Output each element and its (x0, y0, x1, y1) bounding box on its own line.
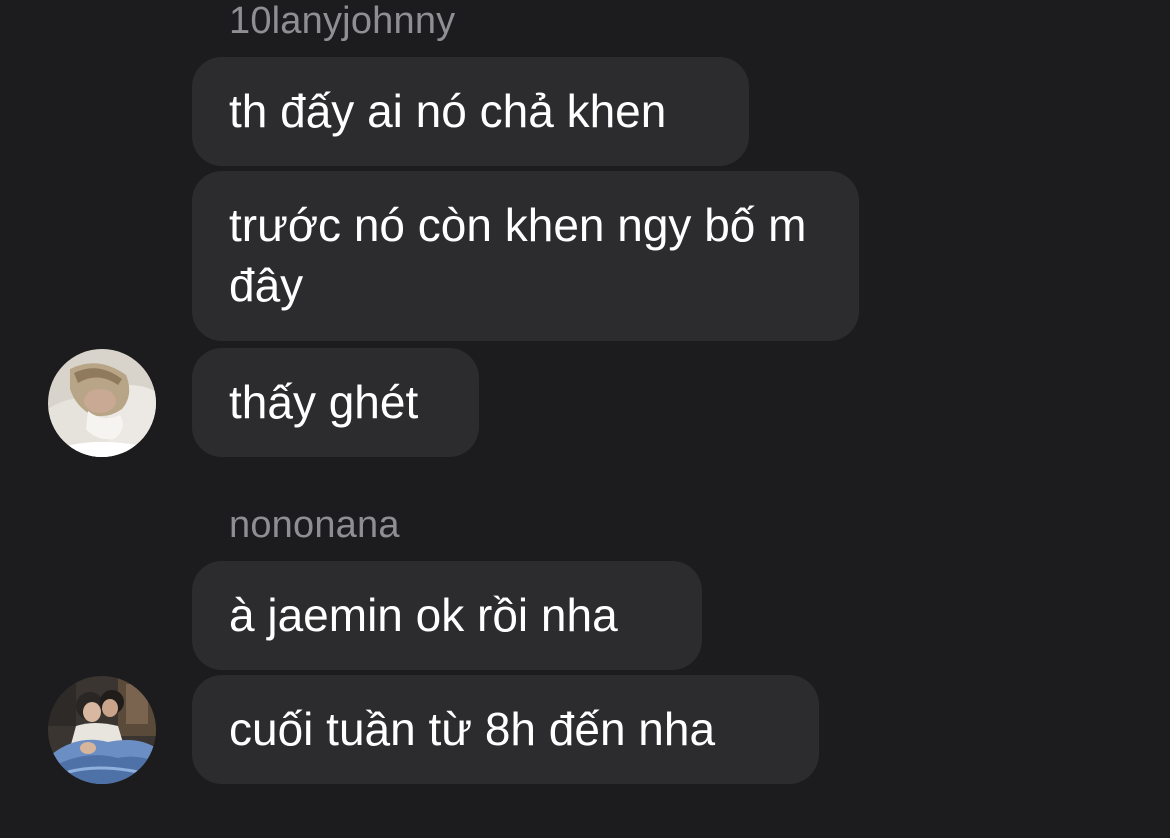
message-text: trước nó còn khen ngy bố m đây (229, 199, 807, 311)
sender-name: nononana (229, 504, 400, 546)
message-text: à jaemin ok rồi nha (229, 589, 618, 641)
avatar-photo (48, 676, 156, 784)
avatar[interactable] (48, 349, 156, 457)
message-bubble[interactable]: thấy ghét (192, 348, 479, 457)
message-text: cuối tuần từ 8h đến nha (229, 703, 716, 755)
message-bubble[interactable]: trước nó còn khen ngy bố m đây (192, 171, 859, 341)
avatar[interactable] (48, 676, 156, 784)
message-bubble[interactable]: à jaemin ok rồi nha (192, 561, 702, 670)
chat-screen: { "groups": [ { "sender": "10lanyjohnny"… (0, 0, 1170, 838)
avatar-photo (48, 349, 156, 457)
sender-name: 10lanyjohnny (229, 0, 456, 42)
message-text: th đấy ai nó chả khen (229, 85, 667, 137)
message-bubble[interactable]: th đấy ai nó chả khen (192, 57, 749, 166)
message-text: thấy ghét (229, 376, 419, 428)
message-bubble[interactable]: cuối tuần từ 8h đến nha (192, 675, 819, 784)
